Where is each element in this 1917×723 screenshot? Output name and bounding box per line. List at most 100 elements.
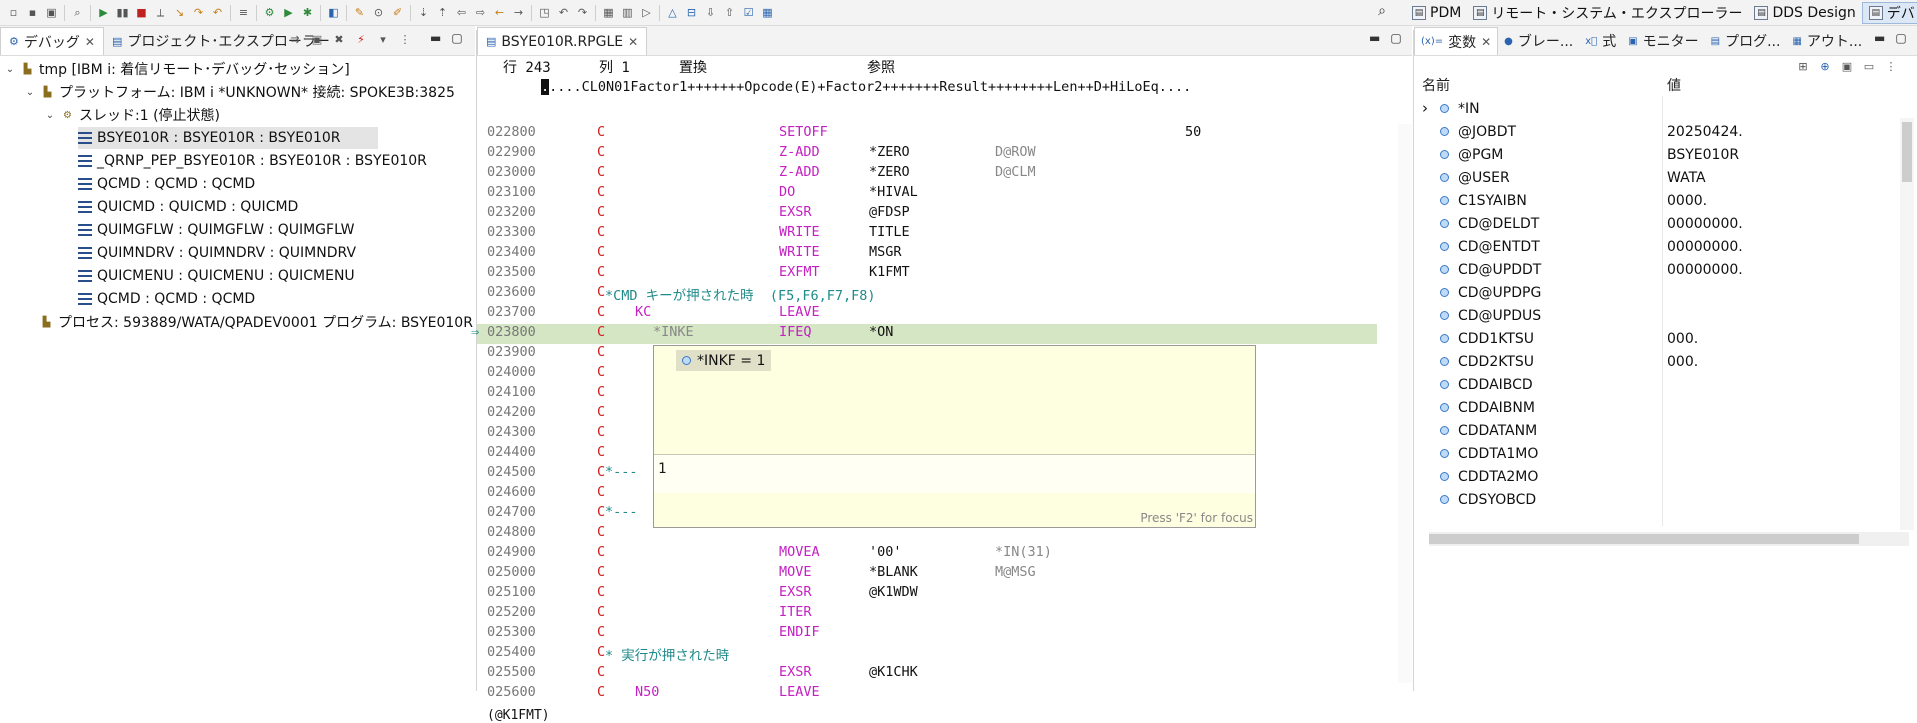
variable-row[interactable]: @JOBDT 20250424. bbox=[1414, 121, 1894, 144]
editor-vertical-scrollbar[interactable] bbox=[1398, 124, 1412, 683]
disconnect-icon[interactable]: ⟂ bbox=[151, 4, 170, 22]
run-icon[interactable]: ▶ bbox=[279, 4, 298, 22]
step-over-icon[interactable]: ↷ bbox=[189, 4, 208, 22]
variable-row[interactable]: › *IN bbox=[1414, 98, 1894, 121]
tab-outline[interactable]: ▦ アウト... bbox=[1786, 27, 1868, 55]
variable-row[interactable]: CD@ENTDT 00000000. bbox=[1414, 236, 1894, 259]
popup-value-field[interactable]: 1 bbox=[654, 455, 1255, 493]
highlight-icon[interactable]: ✎ bbox=[350, 4, 369, 22]
undo-icon[interactable]: ↶ bbox=[554, 4, 573, 22]
minimize-icon[interactable]: ▬ bbox=[1874, 31, 1885, 45]
tree-item[interactable]: QCMD : QCMD : QCMD bbox=[78, 288, 255, 310]
variable-row[interactable]: CDDTA1MO bbox=[1414, 443, 1894, 466]
variable-row[interactable]: CDD2KTSU 000. bbox=[1414, 351, 1894, 374]
chevron-down-icon[interactable]: ⌄ bbox=[24, 87, 36, 98]
annotation-up-icon[interactable]: ⇡ bbox=[433, 4, 452, 22]
variable-row[interactable]: CDSYOBCD bbox=[1414, 489, 1894, 512]
chevron-down-icon[interactable]: ▾ bbox=[374, 30, 392, 48]
debug-run-icon[interactable]: ✱ bbox=[298, 4, 317, 22]
variables-horizontal-scrollbar[interactable] bbox=[1429, 532, 1909, 546]
tree-item[interactable]: BSYE010R : BSYE010R : BSYE010R bbox=[78, 127, 378, 149]
tree-item[interactable]: ⌄ ⚙ スレッド:1 (停止状態) bbox=[44, 104, 220, 126]
tab-variables[interactable]: (x)= 変数 ✕ bbox=[1414, 27, 1499, 55]
suspend-icon[interactable]: ▮▮ bbox=[113, 4, 132, 22]
annotation-down-icon[interactable]: ⇣ bbox=[414, 4, 433, 22]
tab-programs[interactable]: ▤ プログ... bbox=[1705, 27, 1787, 55]
variable-row[interactable]: CDDAIBNM bbox=[1414, 397, 1894, 420]
open-icon[interactable]: ⊙ bbox=[369, 4, 388, 22]
compile-icon[interactable]: ▥ bbox=[618, 4, 637, 22]
close-icon[interactable]: ✕ bbox=[628, 35, 638, 49]
collapse-all-icon[interactable]: ▣ bbox=[308, 30, 326, 48]
external-tools-icon[interactable]: ⚙ bbox=[260, 4, 279, 22]
checkbox-icon[interactable]: ☑ bbox=[739, 4, 758, 22]
close-icon[interactable]: ✕ bbox=[1481, 35, 1491, 49]
save-icon[interactable]: ▪ bbox=[23, 4, 42, 22]
new-icon[interactable]: ▫ bbox=[4, 4, 23, 22]
remove-terminated-icon[interactable]: ✖ bbox=[330, 30, 348, 48]
tab-monitors[interactable]: ▣ モニター bbox=[1622, 27, 1704, 55]
chevron-right-icon[interactable]: › bbox=[1422, 99, 1428, 117]
tab-breakpoints[interactable]: ● ブレー... bbox=[1498, 27, 1579, 55]
tree-item[interactable]: QUICMD : QUICMD : QUICMD bbox=[78, 196, 298, 218]
perspective-pdm[interactable]: ▤ PDM bbox=[1406, 2, 1467, 24]
back-icon[interactable]: ⇦ bbox=[452, 4, 471, 22]
nav-forward-icon[interactable]: → bbox=[509, 4, 528, 22]
forward-icon[interactable]: ⇨ bbox=[471, 4, 490, 22]
chevron-down-icon[interactable]: ⌄ bbox=[4, 64, 16, 75]
perspective-dds-design[interactable]: ▤ DDS Design bbox=[1748, 2, 1861, 24]
variable-row[interactable]: CDDATANM bbox=[1414, 420, 1894, 443]
view-menu-icon[interactable]: ⋮ bbox=[396, 30, 414, 48]
debug-launch-icon[interactable]: ⚡ bbox=[352, 30, 370, 48]
tab-bsye010r-rpgle[interactable]: ▤ BSYE010R.RPGLE ✕ bbox=[477, 27, 648, 55]
perspective-remote-systems[interactable]: ▤ リモート・システム・エクスプローラー bbox=[1467, 2, 1748, 24]
tab-debug[interactable]: ⚙ デバッグ ✕ bbox=[0, 27, 104, 55]
terminate-icon[interactable]: ■ bbox=[132, 4, 151, 22]
minimize-icon[interactable]: ▬ bbox=[430, 31, 441, 45]
close-icon[interactable]: ✕ bbox=[85, 35, 95, 49]
find-icon[interactable]: ⌕ bbox=[68, 4, 87, 22]
step-return-icon[interactable]: ↶ bbox=[208, 4, 227, 22]
compare-icon[interactable]: ⊟ bbox=[682, 4, 701, 22]
step-into-icon[interactable]: ↘ bbox=[170, 4, 189, 22]
triangle-icon[interactable]: △ bbox=[663, 4, 682, 22]
tree-item[interactable]: QCMD : QCMD : QCMD bbox=[78, 173, 255, 195]
edit-icon[interactable]: ✐ bbox=[388, 4, 407, 22]
tree-item[interactable]: _QRNP_PEP_BSYE010R : BSYE010R : BSYE010R bbox=[78, 150, 427, 172]
format-icon[interactable]: ≡ bbox=[234, 4, 253, 22]
variables-vertical-scrollbar[interactable] bbox=[1900, 118, 1914, 530]
variable-row[interactable]: CDDAIBCD bbox=[1414, 374, 1894, 397]
tree-item[interactable]: ⌄ ▙ tmp [IBM i: 着信リモート･デバッグ･セッション] bbox=[4, 58, 350, 80]
pin-icon[interactable]: ◳ bbox=[535, 4, 554, 22]
tree-item[interactable]: QUIMGFLW : QUIMGFLW : QUIMGFLW bbox=[78, 219, 354, 241]
step-icon[interactable]: ⇉ bbox=[286, 30, 304, 48]
up-icon[interactable]: ⇧ bbox=[720, 4, 739, 22]
down-icon[interactable]: ⇩ bbox=[701, 4, 720, 22]
monitor-icon[interactable]: ▦ bbox=[599, 4, 618, 22]
perspective-debug[interactable]: ▤デバッグ bbox=[1861, 2, 1917, 24]
nav-back-icon[interactable]: ← bbox=[490, 4, 509, 22]
chevron-down-icon[interactable]: ⌄ bbox=[44, 110, 56, 121]
launch-icon[interactable]: ◧ bbox=[324, 4, 343, 22]
maximize-icon[interactable]: ▢ bbox=[451, 31, 462, 45]
tree-item[interactable]: QUIMNDRV : QUIMNDRV : QUIMNDRV bbox=[78, 242, 356, 264]
column-name-header[interactable]: 名前 bbox=[1422, 75, 1450, 95]
variable-row[interactable]: @USER WATA bbox=[1414, 167, 1894, 190]
variable-hover-popup[interactable]: *INKF = 1 1 Press 'F2' for focus bbox=[653, 345, 1256, 528]
variable-row[interactable]: C1SYAIBN 0000. bbox=[1414, 190, 1894, 213]
tree-item[interactable]: ▙ プロセス: 593889/WATA/QPADEV0001 プログラム: BSY… bbox=[40, 311, 473, 333]
table-icon[interactable]: ▦ bbox=[758, 4, 777, 22]
variable-row[interactable]: @PGM BSYE010R bbox=[1414, 144, 1894, 167]
maximize-icon[interactable]: ▢ bbox=[1895, 31, 1906, 45]
minimize-icon[interactable]: ▬ bbox=[1369, 31, 1380, 45]
tree-item[interactable]: QUICMENU : QUICMENU : QUICMENU bbox=[78, 265, 355, 287]
variable-row[interactable]: CD@UPDUS bbox=[1414, 305, 1894, 328]
variable-row[interactable]: CDDTA2MO bbox=[1414, 466, 1894, 489]
maximize-icon[interactable]: ▢ bbox=[1390, 31, 1401, 45]
resume-icon[interactable]: ▶ bbox=[94, 4, 113, 22]
variable-row[interactable]: CD@DELDT 00000000. bbox=[1414, 213, 1894, 236]
variable-row[interactable]: CD@UPDPG bbox=[1414, 282, 1894, 305]
variable-row[interactable]: CD@UPDDT 00000000. bbox=[1414, 259, 1894, 282]
redo-icon[interactable]: ↷ bbox=[573, 4, 592, 22]
search-icon[interactable]: ⌕ bbox=[1372, 3, 1392, 23]
